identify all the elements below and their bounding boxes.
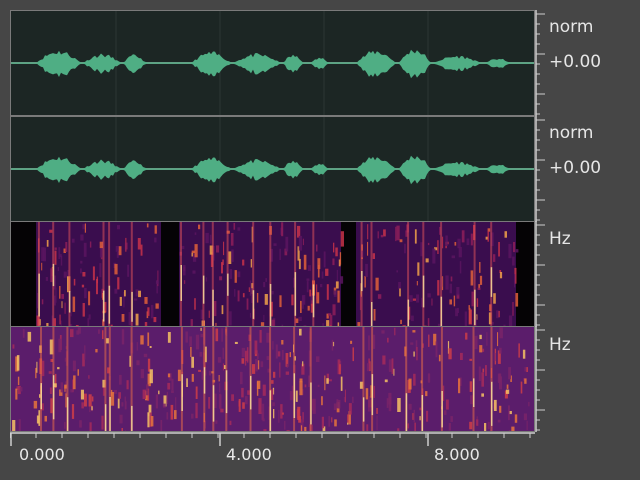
time-tick-label-4: 4.000 [226,445,272,464]
spectrogram-track-2[interactable] [10,326,535,432]
norm-label-1: norm [549,17,594,37]
waveform-track-1[interactable] [10,10,535,116]
norm-label-2: norm [549,123,594,143]
time-tick-label-8: 8.000 [434,445,480,464]
amplitude-scale-2 [535,116,545,222]
hz-label-1: Hz [549,229,571,249]
hz-label-2: Hz [549,335,571,355]
spectrogram-plot-2 [11,327,530,431]
waveform-plot-2 [11,117,534,221]
spectrogram-plot-1 [36,222,519,326]
waveform-plot-1 [11,11,534,115]
frequency-scale-2 [535,326,545,432]
waveform-track-2[interactable] [10,116,535,222]
time-tick-label-0: 0.000 [19,445,65,464]
value-label-1: +0.00 [549,52,602,72]
spectrogram-track-1[interactable] [10,221,535,327]
frequency-scale-1 [535,221,545,327]
amplitude-scale-1 [535,10,545,116]
value-label-2: +0.00 [549,158,602,178]
